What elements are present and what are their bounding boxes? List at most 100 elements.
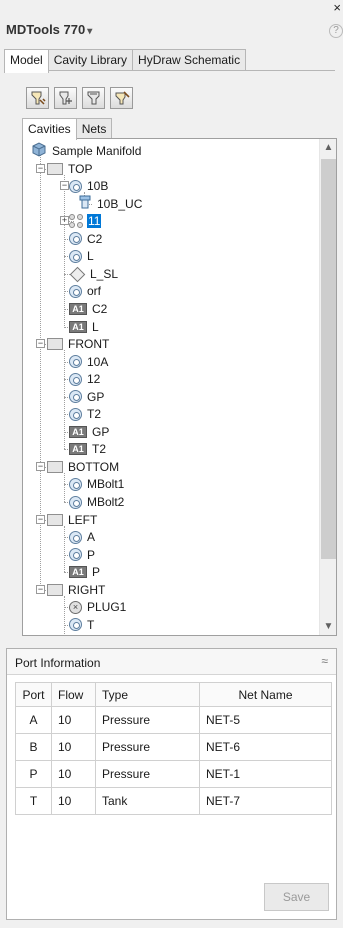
tab-nets[interactable]: Nets	[75, 118, 113, 138]
type-cell: Pressure	[95, 706, 200, 734]
tree-item[interactable]: 12	[69, 370, 101, 388]
table-row[interactable]: B 10 Pressure NET-6	[15, 733, 332, 761]
scroll-down-icon[interactable]: ▼	[320, 618, 336, 635]
column-header-type[interactable]: Type	[95, 682, 200, 707]
pattern-add-button[interactable]	[54, 87, 77, 109]
net-name-cell: NET-7	[199, 787, 332, 815]
column-header-net-name[interactable]: Net Name	[199, 682, 332, 707]
tree-item[interactable]: TOP	[47, 160, 93, 178]
cavity-icon	[69, 477, 82, 491]
save-button[interactable]: Save	[264, 883, 329, 911]
tree-item[interactable]: MBolt1	[69, 475, 125, 493]
cavity-tree[interactable]: Sample Manifold TOP − 10B − 10B_UC 11 + C2 L L_SL o…	[22, 138, 337, 636]
tree-item-label: TOP	[68, 161, 93, 176]
expand-icon[interactable]: +	[60, 216, 69, 226]
tree-item-label: T	[87, 617, 95, 632]
type-cell: Tank	[95, 787, 200, 815]
port-cell: T	[15, 787, 52, 815]
cavity-icon	[69, 179, 82, 193]
column-header-flow[interactable]: Flow	[51, 682, 96, 707]
tree-item[interactable]: FRONT	[47, 335, 110, 353]
face-icon	[47, 338, 63, 351]
cavity-icon	[69, 618, 82, 632]
collapse-node-icon[interactable]: −	[36, 339, 45, 349]
tree-item[interactable]: A1 P	[69, 563, 101, 581]
collapse-node-icon[interactable]: −	[36, 461, 45, 471]
net-name-cell: NET-5	[199, 706, 332, 734]
app-title-text: MDTools 770	[6, 22, 86, 37]
app-title[interactable]: MDTools 770 ▾	[6, 22, 92, 37]
table-row[interactable]: P 10 Pressure NET-1	[15, 760, 332, 788]
cavity-edit-icon	[115, 91, 130, 105]
flow-cell: 10	[51, 760, 96, 788]
cavity-edit-button[interactable]	[110, 87, 133, 109]
face-icon	[47, 583, 63, 596]
table-row[interactable]: A 10 Pressure NET-5	[15, 706, 332, 734]
tab-model[interactable]: Model	[4, 49, 49, 73]
tree-item[interactable]: P	[69, 546, 96, 564]
tree-item[interactable]: 11	[69, 212, 102, 230]
close-icon[interactable]: ×	[333, 0, 341, 15]
tree-item[interactable]: RIGHT	[47, 581, 106, 599]
port-cell: P	[15, 760, 52, 788]
tree-item[interactable]: A1T	[69, 633, 100, 636]
tree-item[interactable]: L	[69, 247, 95, 265]
tree-item[interactable]: 10A	[69, 353, 109, 371]
tree-item[interactable]: T	[69, 616, 95, 634]
port-information-header[interactable]: Port Information ≈	[7, 649, 336, 675]
scroll-up-icon[interactable]: ▲	[320, 139, 336, 156]
tree-item-label: 10A	[87, 354, 109, 369]
chevron-down-icon[interactable]: ▾	[87, 26, 92, 37]
type-cell: Pressure	[95, 760, 200, 788]
tree-item[interactable]: A1 T2	[69, 440, 107, 458]
tree-content: Sample Manifold TOP − 10B − 10B_UC 11 + C2 L L_SL o…	[23, 139, 318, 635]
tree-scrollbar[interactable]: ▲ ▼	[319, 139, 336, 635]
sub-tabs: Cavities Nets	[22, 118, 113, 140]
table-row[interactable]: T 10 Tank NET-7	[15, 787, 332, 815]
tree-item[interactable]: C2	[69, 230, 103, 248]
tree-item[interactable]: BOTTOM	[47, 458, 120, 476]
collapse-node-icon[interactable]: −	[60, 181, 69, 191]
tree-item[interactable]: GP	[69, 388, 105, 406]
tree-item[interactable]: 10B_UC	[78, 195, 143, 213]
tree-item-label: 12	[87, 372, 101, 387]
help-icon[interactable]: ?	[329, 24, 343, 38]
cavity-add-button[interactable]	[26, 87, 49, 109]
scroll-thumb[interactable]	[321, 159, 336, 559]
tree-item[interactable]: L_SL	[69, 265, 119, 283]
tree-item[interactable]: Sample Manifold	[31, 142, 142, 160]
tree-item[interactable]: A1 L	[69, 318, 100, 336]
tab-cavities[interactable]: Cavities	[22, 118, 77, 140]
tree-item[interactable]: orf	[69, 282, 102, 300]
tree-item[interactable]: A1 GP	[69, 423, 110, 441]
flow-cell: 10	[51, 733, 96, 761]
tree-item-label: LEFT	[68, 512, 98, 527]
tree-item[interactable]: × PLUG1	[69, 598, 127, 616]
face-icon	[47, 513, 63, 526]
face-add-button[interactable]	[82, 87, 105, 109]
cavity-icon	[69, 530, 82, 544]
tree-item-label: BOTTOM	[68, 459, 120, 474]
column-header-port[interactable]: Port	[15, 682, 52, 707]
tree-item[interactable]: T2	[69, 405, 102, 423]
collapse-node-icon[interactable]: −	[36, 514, 45, 524]
collapse-node-icon[interactable]: −	[36, 584, 45, 594]
tree-item[interactable]: A	[69, 528, 96, 546]
tree-item-label: PLUG1	[87, 600, 127, 615]
tab-hydraw-schematic[interactable]: HyDraw Schematic	[132, 49, 247, 71]
tree-item[interactable]: MBolt2	[69, 493, 125, 511]
tree-guide-line	[64, 350, 65, 450]
collapse-icon[interactable]: ≈	[321, 654, 328, 668]
tree-item-label: GP	[87, 389, 105, 404]
tree-item[interactable]: A1 C2	[69, 300, 108, 318]
tree-item-label: T	[91, 635, 100, 636]
collapse-node-icon[interactable]: −	[36, 163, 45, 173]
tree-item[interactable]: 10B	[69, 177, 109, 195]
tree-item-label: GP	[92, 424, 110, 439]
tree-guide-line	[64, 525, 65, 573]
tree-guide-line	[64, 174, 65, 327]
tree-item-label: 10B_UC	[97, 196, 143, 211]
tree-item[interactable]: LEFT	[47, 511, 98, 529]
tab-cavity-library[interactable]: Cavity Library	[47, 49, 134, 71]
flow-cell: 10	[51, 706, 96, 734]
